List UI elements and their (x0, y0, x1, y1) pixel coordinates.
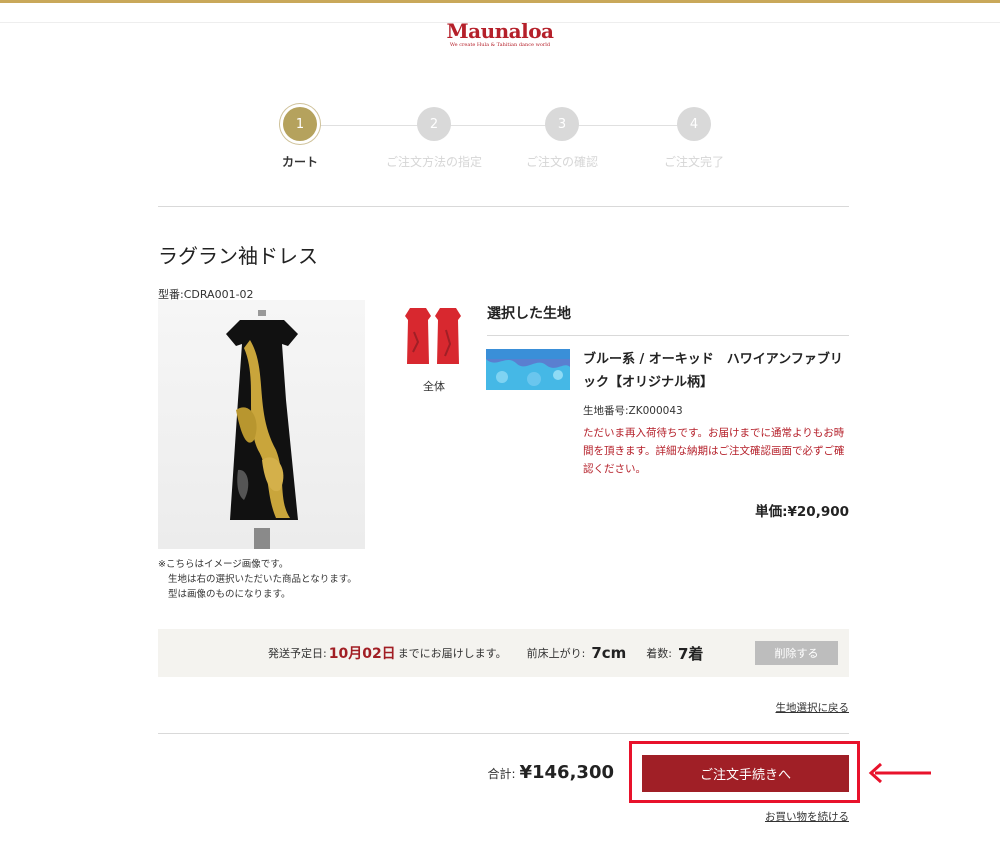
shipping-info-bar: 発送予定日: 10月02日 までにお届けします。 前床上がり: 7cm 着数: … (158, 629, 849, 677)
fabric-swatch (486, 349, 570, 390)
selected-fabric-heading: 選択した生地 (487, 306, 571, 322)
unit-price: 単価:¥20,900 (755, 504, 849, 520)
image-note: ※こちらはイメージ画像です。 生地は右の選択いただいた商品となります。 型は画像… (158, 557, 357, 602)
step-order-confirm: 3 ご注文の確認 (502, 107, 622, 170)
arrow-left-icon (865, 760, 935, 786)
step-label: カート (281, 155, 318, 169)
total-value: ¥146,300 (519, 762, 614, 783)
back-to-fabric-link[interactable]: 生地選択に戻る (776, 700, 850, 715)
delete-button[interactable]: 削除する (755, 641, 838, 665)
step-label: ご注文方法の指定 (385, 155, 482, 169)
logo-text: Maunaloa (446, 19, 554, 43)
checkout-progress: 1 カート 2 ご注文方法の指定 3 ご注文の確認 4 ご注文完了 (240, 107, 760, 177)
dress-photo (158, 300, 365, 549)
checkout-button[interactable]: ご注文手続きへ (642, 755, 849, 792)
continue-shopping-link[interactable]: お買い物を続ける (765, 809, 849, 824)
fabric-divider (487, 335, 849, 336)
note-line: ※こちらはイメージ画像です。 (158, 559, 289, 570)
site-logo[interactable]: Maunaloa We create Hula & Tahitian dance… (0, 20, 1000, 48)
step-number: 3 (545, 107, 579, 141)
section-divider (158, 206, 849, 207)
hem-label: 前床上がり: (526, 647, 586, 660)
shipping-details: 発送予定日: 10月02日 までにお届けします。 前床上がり: 7cm 着数: … (268, 629, 703, 677)
product-title: ラグラン袖ドレス (158, 244, 318, 268)
hem-value: 7cm (591, 644, 627, 662)
dress-thumbnail (404, 302, 464, 372)
step-number: 4 (677, 107, 711, 141)
ship-date: 10月02日 (328, 646, 396, 662)
qty-label: 着数: (646, 647, 672, 660)
note-line: 生地は右の選択いただいた商品となります。 (168, 574, 357, 585)
step-number: 2 (417, 107, 451, 141)
fabric-name: ブルー系 / オーキッド ハワイアンファブリック【オリジナル柄】 (583, 352, 843, 390)
logo-tagline: We create Hula & Tahitian dance world (449, 42, 551, 48)
ship-suffix: までにお届けします。 (397, 647, 507, 660)
note-line: 型は画像のものになります。 (168, 589, 291, 600)
step-label: ご注文完了 (663, 155, 724, 169)
restock-warning: ただいま再入荷待ちです。お届けまでに通常よりもお時間を頂きます。詳細な納期はご注… (583, 427, 845, 475)
top-accent-bar (0, 0, 1000, 3)
step-order-complete: 4 ご注文完了 (634, 107, 754, 170)
step-order-method: 2 ご注文方法の指定 (374, 107, 494, 170)
summary-divider (158, 733, 849, 734)
step-number: 1 (283, 107, 317, 141)
total-label: 合計: (487, 767, 516, 781)
thumbnail-label: 全体 (423, 380, 445, 393)
step-cart: 1 カート (240, 107, 360, 170)
qty-value: 7着 (678, 644, 704, 663)
step-label: ご注文の確認 (525, 155, 598, 169)
ship-prefix: 発送予定日: (268, 647, 327, 660)
fabric-number: 生地番号:ZK000043 (583, 405, 683, 417)
order-total: 合計: ¥146,300 (487, 762, 614, 783)
